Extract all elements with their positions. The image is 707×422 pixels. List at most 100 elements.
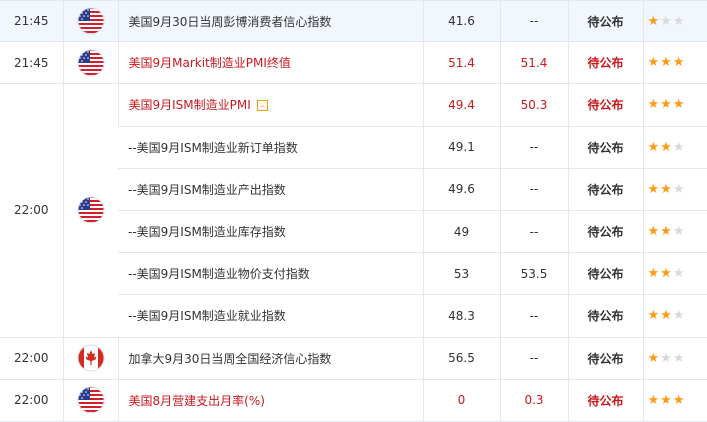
previous-value: 48.3 xyxy=(422,294,500,338)
star-icon: ★ xyxy=(647,13,661,29)
event-name[interactable]: 美国9月Markit制造业PMI终值 xyxy=(117,41,423,85)
event-time: 21:45 xyxy=(0,0,63,43)
event-name-text[interactable]: 加拿大9月30日当周全国经济信心指数 xyxy=(129,352,332,366)
us-flag-icon xyxy=(77,49,104,77)
star-icon: ★ xyxy=(672,139,686,155)
event-name-text[interactable]: 美国9月30日当周彭博消费者信心指数 xyxy=(129,15,332,29)
event-name[interactable]: --美国9月ISM制造业物价支付指数 xyxy=(118,252,423,296)
actual-value: 待公布 xyxy=(567,0,643,43)
star-icon: ★ xyxy=(672,308,686,324)
star-icon: ★ xyxy=(647,266,661,282)
event-name-text[interactable]: 美国9月Markit制造业PMI终值 xyxy=(129,56,291,70)
event-name[interactable]: --美国9月ISM制造业产出指数 xyxy=(118,167,423,211)
star-icon: ★ xyxy=(647,350,661,366)
forecast-value: -- xyxy=(499,336,568,380)
star-icon: ★ xyxy=(647,181,661,197)
event-name[interactable]: --美国9月ISM制造业库存指数 xyxy=(118,209,423,254)
previous-value: 49.1 xyxy=(422,125,500,169)
star-icon: ★ xyxy=(672,55,686,71)
previous-value: 0 xyxy=(422,378,500,422)
star-icon: ★ xyxy=(672,392,686,408)
event-name-text[interactable]: --美国9月ISM制造业就业指数 xyxy=(128,309,286,323)
table-row[interactable]: 22:00 美国8月营建支出月率(%) 0 0.3 待公布 ★★★ xyxy=(0,378,707,422)
star-icon: ★ xyxy=(660,97,673,113)
forecast-value: 50.3 xyxy=(499,83,568,127)
country-flag xyxy=(62,336,118,380)
star-icon: ★ xyxy=(672,266,686,282)
collapse-toggle-icon[interactable]: - xyxy=(256,100,268,112)
actual-value: 待公布 xyxy=(567,336,643,380)
economic-calendar-table: 21:45 美国9月30日当周彭博消费者信心指数 41.6 -- 待公布 ★★★… xyxy=(0,0,707,422)
us-flag-icon xyxy=(77,7,104,35)
importance-stars: ★★★ xyxy=(642,125,707,169)
previous-value: 49.6 xyxy=(422,167,500,211)
star-icon: ★ xyxy=(660,139,673,155)
event-name-text[interactable]: --美国9月ISM制造业库存指数 xyxy=(128,225,286,239)
country-flag xyxy=(62,41,118,85)
event-name[interactable]: 美国9月30日当周彭博消费者信心指数 xyxy=(117,0,423,43)
star-icon: ★ xyxy=(647,97,661,113)
importance-stars: ★★★ xyxy=(642,378,707,422)
previous-value: 49.4 xyxy=(422,83,500,127)
event-name[interactable]: 美国8月营建支出月率(%) xyxy=(117,378,423,422)
importance-stars: ★★★ xyxy=(642,0,707,43)
event-time: 21:45 xyxy=(0,41,63,85)
importance-stars: ★★★ xyxy=(642,167,707,211)
importance-stars: ★★★ xyxy=(642,83,707,127)
table-row[interactable]: 21:45 美国9月30日当周彭博消费者信心指数 41.6 -- 待公布 ★★★ xyxy=(0,0,707,43)
star-icon: ★ xyxy=(660,350,673,366)
star-icon: ★ xyxy=(647,308,661,324)
star-icon: ★ xyxy=(672,97,686,113)
forecast-value: 53.5 xyxy=(499,252,568,296)
event-name[interactable]: --美国9月ISM制造业就业指数 xyxy=(118,294,423,338)
star-icon: ★ xyxy=(672,13,686,29)
event-name-text[interactable]: --美国9月ISM制造业物价支付指数 xyxy=(128,267,310,281)
actual-value: 待公布 xyxy=(567,252,643,296)
previous-value: 53 xyxy=(422,252,500,296)
importance-stars: ★★★ xyxy=(642,41,707,85)
event-name-text[interactable]: 美国9月ISM制造业PMI xyxy=(129,98,251,112)
actual-value: 待公布 xyxy=(567,209,643,254)
event-name[interactable]: --美国9月ISM制造业新订单指数 xyxy=(118,125,423,169)
event-time: 22:00 xyxy=(0,378,63,422)
country-flag xyxy=(62,83,118,338)
event-time: 22:00 xyxy=(0,83,63,338)
star-icon: ★ xyxy=(672,181,686,197)
event-name-text[interactable]: 美国8月营建支出月率(%) xyxy=(129,394,265,408)
forecast-value: 0.3 xyxy=(499,378,568,422)
canada-flag-icon xyxy=(77,344,104,372)
event-time: 22:00 xyxy=(0,336,63,380)
previous-value: 51.4 xyxy=(422,41,500,85)
event-name-text[interactable]: --美国9月ISM制造业产出指数 xyxy=(128,183,286,197)
previous-value: 49 xyxy=(422,209,500,254)
importance-stars: ★★★ xyxy=(642,209,707,254)
importance-stars: ★★★ xyxy=(642,252,707,296)
previous-value: 56.5 xyxy=(422,336,500,380)
table-row[interactable]: 21:45 美国9月Markit制造业PMI终值 51.4 51.4 待公布 ★… xyxy=(0,41,707,85)
forecast-value: -- xyxy=(499,167,568,211)
star-icon: ★ xyxy=(660,392,673,408)
star-icon: ★ xyxy=(672,350,686,366)
actual-value: 待公布 xyxy=(567,378,643,422)
star-icon: ★ xyxy=(647,392,661,408)
star-icon: ★ xyxy=(660,181,673,197)
forecast-value: -- xyxy=(499,209,568,254)
star-icon: ★ xyxy=(647,55,661,71)
actual-value: 待公布 xyxy=(567,167,643,211)
event-name[interactable]: 加拿大9月30日当周全国经济信心指数 xyxy=(117,336,423,380)
star-icon: ★ xyxy=(660,308,673,324)
us-flag-icon xyxy=(77,196,104,224)
event-name-text[interactable]: --美国9月ISM制造业新订单指数 xyxy=(128,141,298,155)
star-icon: ★ xyxy=(647,139,661,155)
actual-value: 待公布 xyxy=(567,125,643,169)
table-row[interactable]: 22:00 加拿大9月30日当周全国经济信心指数 56.5 -- 待公布 ★★★ xyxy=(0,336,707,380)
star-icon: ★ xyxy=(672,224,686,240)
previous-value: 41.6 xyxy=(422,0,500,43)
importance-stars: ★★★ xyxy=(642,294,707,338)
forecast-value: 51.4 xyxy=(499,41,568,85)
event-name[interactable]: 美国9月ISM制造业PMI - xyxy=(117,83,423,127)
actual-value: 待公布 xyxy=(567,83,643,127)
table-row[interactable]: 22:00 美国9月ISM制造业PMI - 49.4 50.3 待公布 ★★★ xyxy=(0,83,707,338)
forecast-value: -- xyxy=(499,125,568,169)
importance-stars: ★★★ xyxy=(642,336,707,380)
